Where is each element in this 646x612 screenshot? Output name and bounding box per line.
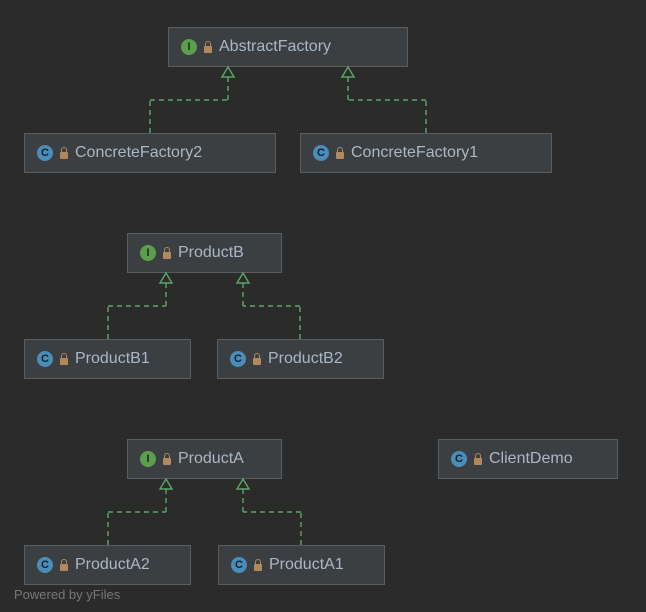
- lock-icon: [59, 559, 69, 571]
- class-icon: C: [37, 145, 53, 161]
- class-icon: C: [37, 557, 53, 573]
- lock-icon: [335, 147, 345, 159]
- class-icon: C: [230, 351, 246, 367]
- node-label: ProductB2: [268, 350, 343, 368]
- node-concreteFactory1[interactable]: C ConcreteFactory1: [300, 133, 552, 173]
- node-label: AbstractFactory: [219, 38, 331, 56]
- node-label: ProductA2: [75, 556, 150, 574]
- inheritance-edge: [0, 0, 646, 612]
- interface-icon: I: [181, 39, 197, 55]
- class-icon: C: [231, 557, 247, 573]
- inheritance-edge: [0, 0, 646, 612]
- node-label: ProductA1: [269, 556, 344, 574]
- interface-icon: I: [140, 245, 156, 261]
- class-icon: C: [37, 351, 53, 367]
- node-label: ConcreteFactory1: [351, 144, 478, 162]
- node-productA[interactable]: I ProductA: [127, 439, 282, 479]
- node-label: ProductB: [178, 244, 244, 262]
- lock-icon: [473, 453, 483, 465]
- inheritance-edge: [0, 0, 646, 612]
- lock-icon: [59, 353, 69, 365]
- lock-icon: [162, 247, 172, 259]
- lock-icon: [253, 559, 263, 571]
- class-icon: C: [313, 145, 329, 161]
- inheritance-edge: [0, 0, 646, 612]
- inheritance-edge: [0, 0, 646, 612]
- node-productB1[interactable]: C ProductB1: [24, 339, 191, 379]
- lock-icon: [252, 353, 262, 365]
- powered-by-label: Powered by yFiles: [14, 587, 120, 602]
- lock-icon: [203, 41, 213, 53]
- diagram-canvas: Powered by yFiles I AbstractFactory C Concr…: [0, 0, 646, 612]
- class-icon: C: [451, 451, 467, 467]
- node-productB2[interactable]: C ProductB2: [217, 339, 384, 379]
- node-label: ProductB1: [75, 350, 150, 368]
- node-productB[interactable]: I ProductB: [127, 233, 282, 273]
- node-label: ClientDemo: [489, 450, 573, 468]
- node-abstractFactory[interactable]: I AbstractFactory: [168, 27, 408, 67]
- node-concreteFactory2[interactable]: C ConcreteFactory2: [24, 133, 276, 173]
- node-productA2[interactable]: C ProductA2: [24, 545, 191, 585]
- inheritance-edge: [0, 0, 646, 612]
- lock-icon: [59, 147, 69, 159]
- node-label: ConcreteFactory2: [75, 144, 202, 162]
- node-productA1[interactable]: C ProductA1: [218, 545, 385, 585]
- lock-icon: [162, 453, 172, 465]
- node-label: ProductA: [178, 450, 244, 468]
- node-clientDemo[interactable]: C ClientDemo: [438, 439, 618, 479]
- interface-icon: I: [140, 451, 156, 467]
